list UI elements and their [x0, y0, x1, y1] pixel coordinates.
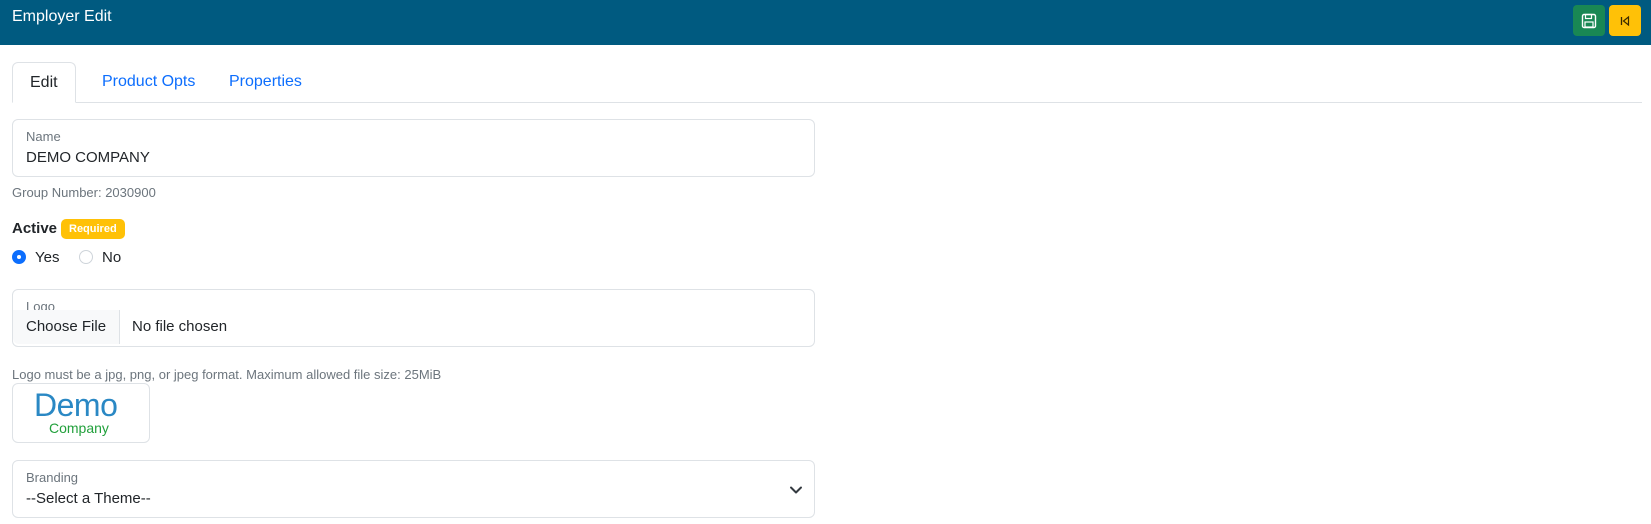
back-button[interactable]	[1609, 5, 1641, 36]
page-header: Employer Edit	[0, 0, 1651, 45]
active-label: Active	[12, 220, 58, 237]
page-title: Employer Edit	[12, 8, 112, 25]
name-label: Name	[26, 129, 61, 144]
chevron-down-icon	[790, 486, 802, 494]
tab-properties[interactable]: Properties	[212, 62, 319, 103]
back-arrow-icon	[1620, 15, 1630, 26]
group-number-text: Group Number: 2030900	[12, 185, 156, 200]
tab-bar: Edit Product Opts Properties	[12, 62, 1642, 103]
active-yes-radio[interactable]	[12, 250, 26, 264]
tab-product-opts[interactable]: Product Opts	[85, 62, 212, 103]
name-field[interactable]: Name DEMO COMPANY	[12, 119, 815, 177]
required-badge: Required	[61, 219, 125, 239]
name-input[interactable]: DEMO COMPANY	[26, 149, 150, 166]
tab-edit[interactable]: Edit	[12, 62, 76, 103]
logo-field: Logo Choose File No file chosen	[12, 289, 815, 347]
logo-help-text: Logo must be a jpg, png, or jpeg format.…	[12, 367, 442, 382]
save-button[interactable]	[1573, 5, 1605, 36]
file-status-text: No file chosen	[132, 318, 228, 335]
branding-value[interactable]: --Select a Theme--	[26, 490, 151, 507]
logo-preview-sub: Company	[49, 420, 109, 436]
choose-file-button[interactable]: Choose File	[13, 310, 120, 344]
branding-select[interactable]: Branding --Select a Theme--	[12, 460, 815, 518]
branding-label: Branding	[26, 470, 79, 485]
active-yes-label[interactable]: Yes	[35, 249, 59, 266]
active-no-label[interactable]: No	[102, 249, 121, 266]
logo-preview-main: Demo	[34, 387, 118, 423]
active-no-radio[interactable]	[79, 250, 93, 264]
logo-preview: Demo Company	[12, 383, 150, 443]
floppy-disk-icon	[1581, 13, 1597, 28]
